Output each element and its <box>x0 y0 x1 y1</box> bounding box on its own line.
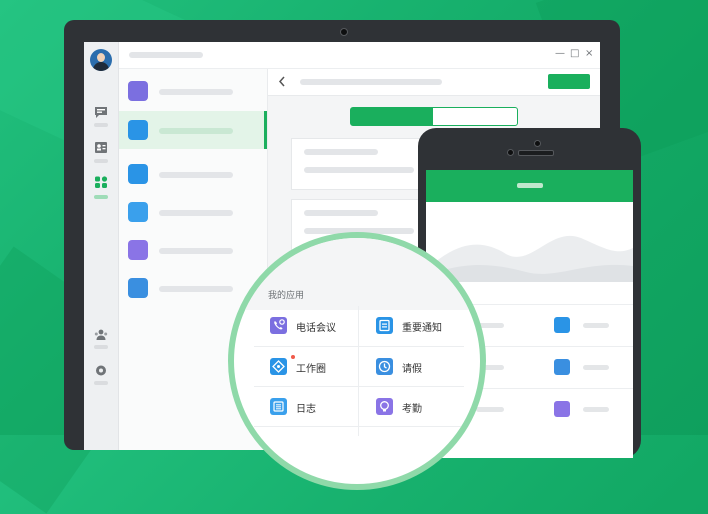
list-icon <box>270 398 287 415</box>
phone-speaker <box>518 150 554 156</box>
team-icon[interactable] <box>94 328 108 341</box>
maximize-button[interactable]: □ <box>570 48 579 60</box>
app-label: 日志 <box>296 404 316 415</box>
card-line-placeholder <box>304 149 378 155</box>
app-log[interactable]: 日志 <box>260 389 368 427</box>
app-label: 重要通知 <box>402 323 442 334</box>
list-label-placeholder <box>159 286 233 292</box>
detail-header <box>268 69 600 96</box>
title-placeholder <box>129 52 203 58</box>
window-titlebar: — □ × <box>119 42 600 69</box>
rail-label-placeholder <box>94 345 108 349</box>
user-avatar[interactable] <box>90 49 112 71</box>
phone-header <box>426 170 633 202</box>
header-title-placeholder <box>300 79 442 85</box>
document-icon <box>128 120 148 140</box>
app-phone-conference[interactable]: 电话会议 <box>260 308 368 346</box>
clock-icon <box>376 358 393 375</box>
app-label: 电话会议 <box>296 323 336 334</box>
segment-active[interactable] <box>351 108 433 125</box>
section-title: 我的应用 <box>268 291 305 301</box>
list-label-placeholder <box>159 248 233 254</box>
app-label: 请假 <box>402 364 422 375</box>
list-label-placeholder <box>159 210 233 216</box>
phone-row-placeholder <box>476 407 504 412</box>
app-label: 考勤 <box>402 404 422 415</box>
phone-sensor <box>507 149 514 156</box>
list-item[interactable] <box>119 155 267 193</box>
app-attendance[interactable]: 考勤 <box>366 389 474 427</box>
close-button[interactable]: × <box>585 48 593 60</box>
chat-icon[interactable] <box>94 106 108 119</box>
phone-row-placeholder <box>583 323 609 328</box>
rail-label-placeholder <box>94 381 108 385</box>
compass-icon <box>270 358 287 375</box>
list-item[interactable] <box>119 193 267 231</box>
back-arrow-icon[interactable] <box>278 76 286 87</box>
header-action-button[interactable] <box>548 74 590 89</box>
grid-divider <box>254 346 464 347</box>
list-item[interactable] <box>119 72 267 110</box>
lightbulb-icon <box>376 398 393 415</box>
phone-icon <box>128 81 148 101</box>
list-label-placeholder <box>159 128 233 134</box>
magnifier-lens: 我的应用 电话会议 重要通知 工作圈 请假 日志 考勤 <box>228 232 486 490</box>
phone-row-placeholder <box>583 407 609 412</box>
lightbulb-icon <box>128 240 148 260</box>
notification-dot <box>291 355 295 359</box>
card-line-placeholder <box>304 210 378 216</box>
apps-icon[interactable] <box>94 176 108 189</box>
rail-label-active <box>94 195 108 199</box>
list-label-placeholder <box>159 89 233 95</box>
app-label: 工作圈 <box>296 364 326 375</box>
list-label-placeholder <box>159 172 233 178</box>
app-leave[interactable]: 请假 <box>366 349 474 387</box>
list-item-active[interactable] <box>119 111 267 149</box>
lightbulb-icon <box>554 401 570 417</box>
app-important-notice[interactable]: 重要通知 <box>366 308 474 346</box>
phone-title-placeholder <box>517 183 543 188</box>
phone-icon <box>270 317 287 334</box>
document-icon <box>376 317 393 334</box>
compass-icon <box>128 164 148 184</box>
minimize-button[interactable]: — <box>555 48 565 60</box>
clock-icon <box>554 359 570 375</box>
clock-icon <box>128 278 148 298</box>
navigation-rail <box>84 42 119 450</box>
settings-icon[interactable] <box>94 364 108 377</box>
phone-camera <box>534 140 541 147</box>
laptop-camera <box>340 28 348 36</box>
card-line-placeholder <box>304 167 414 173</box>
app-work-circle[interactable]: 工作圈 <box>260 349 368 387</box>
segmented-control[interactable] <box>350 107 518 126</box>
list-icon <box>128 202 148 222</box>
document-icon <box>554 317 570 333</box>
contacts-icon[interactable] <box>94 141 108 154</box>
phone-row-placeholder <box>583 365 609 370</box>
rail-label-placeholder <box>94 159 108 163</box>
rail-label-placeholder <box>94 123 108 127</box>
